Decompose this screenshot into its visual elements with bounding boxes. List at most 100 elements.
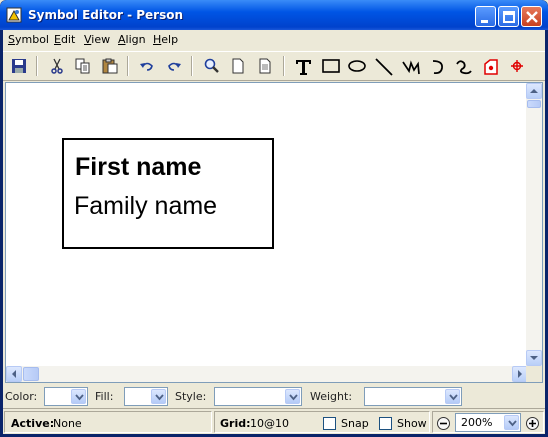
menu-label: iew [91,33,111,46]
scrollbar-corner [526,366,542,382]
symbol-canvas[interactable]: First name Family name [6,83,528,366]
horizontal-scroll-thumb[interactable] [23,367,39,381]
color-label: Color: [5,390,38,403]
toolbar-separator [36,56,38,76]
fill-select[interactable] [124,387,168,406]
maximize-button[interactable] [498,6,519,27]
first-name-text[interactable]: First name [75,153,201,182]
redo-button[interactable] [163,55,186,77]
weight-dropdown-button[interactable] [445,389,460,404]
arc-tool-button[interactable] [426,55,449,77]
undo-button[interactable] [136,55,159,77]
polyline-tool-button[interactable] [399,55,422,77]
active-value: None [53,417,82,430]
menu-view[interactable]: View [84,33,110,46]
text-tool-button[interactable] [292,55,315,77]
zoom-button[interactable] [201,55,224,77]
scroll-down-button[interactable] [526,350,542,366]
save-icon [12,59,26,73]
paste-icon [102,58,118,74]
page-properties-icon [259,58,271,74]
grid-status-panel: Grid: 10@10 Snap Show [214,411,430,433]
zoom-select[interactable]: 200% [455,413,521,432]
symbol-rectangle[interactable]: First name Family name [62,138,274,249]
chevron-down-icon [449,394,458,401]
client-area: Symbol Edit View Align Help First name F… [3,30,545,434]
copy-button[interactable] [72,55,95,77]
grid-value: 10@10 [250,417,289,430]
scroll-left-button[interactable] [6,366,22,382]
weight-label: Weight: [310,390,353,403]
zoom-in-button[interactable] [526,417,539,430]
menu-align[interactable]: Align [118,33,146,46]
chevron-down-icon [155,394,164,401]
polyline-tool-icon [402,60,420,75]
cut-button[interactable] [46,55,69,77]
zoom-icon [204,58,219,73]
close-icon [526,11,538,23]
crosshair-tool-icon [511,60,523,72]
line-tool-button[interactable] [372,55,395,77]
menu-mnemonic: E [54,33,61,46]
text-tool-icon [296,60,311,75]
rectangle-tool-button[interactable] [319,55,342,77]
menu-label: ymbol [14,33,49,46]
save-button[interactable] [8,55,31,77]
minimize-button[interactable] [475,6,496,27]
paste-button[interactable] [99,55,122,77]
page-properties-button[interactable] [254,55,277,77]
page-icon [232,58,244,74]
zoom-dropdown-button[interactable] [504,415,519,430]
snap-checkbox[interactable] [323,417,336,430]
redo-icon [168,62,181,71]
maximize-icon [503,11,515,23]
show-checkbox[interactable] [379,417,392,430]
horizontal-scrollbar[interactable] [6,366,528,382]
arrow-up-icon [530,89,538,93]
snap-label: Snap [341,417,369,430]
chevron-down-icon [289,394,298,401]
color-dropdown-button[interactable] [71,389,86,404]
zoom-status-panel: 200% [432,411,544,433]
cut-icon [51,58,63,74]
undo-icon [140,62,153,71]
family-name-text[interactable]: Family name [74,192,217,221]
menu-bar: Symbol Edit View Align Help [3,30,545,50]
fill-dropdown-button[interactable] [151,389,166,404]
scroll-up-button[interactable] [526,83,542,99]
app-icon [6,7,22,23]
rectangle-tool-icon [322,59,340,73]
toolbar-separator [191,56,193,76]
menu-help[interactable]: Help [153,33,178,46]
menu-symbol[interactable]: Symbol [8,33,49,46]
zoom-value: 200% [461,416,493,429]
zoom-out-button[interactable] [437,417,450,430]
menu-label: dit [60,33,76,46]
style-dropdown-button[interactable] [285,389,300,404]
ellipse-tool-icon [348,60,366,72]
toolbar-separator [283,56,285,76]
minimize-icon [481,20,488,23]
title-bar[interactable]: Symbol Editor - Person [0,0,548,30]
menu-edit[interactable]: Edit [54,33,75,46]
vertical-scrollbar[interactable] [526,83,542,366]
close-button[interactable] [521,6,542,27]
style-select[interactable] [214,387,302,406]
crosshair-tool-button[interactable] [506,55,529,77]
page-button[interactable] [227,55,250,77]
color-select[interactable] [44,387,88,406]
style-label: Style: [175,390,207,403]
arc-tool-icon [432,60,443,75]
port-tool-button[interactable] [479,55,502,77]
arrow-right-icon [518,370,522,378]
weight-select[interactable] [364,387,462,406]
grid-label: Grid: [220,417,251,430]
toolbar-separator [127,56,129,76]
arrow-left-icon [12,370,16,378]
menu-mnemonic: S [8,33,15,46]
fill-label: Fill: [95,390,114,403]
curve-tool-button[interactable] [452,55,475,77]
vertical-scroll-thumb[interactable] [527,100,541,108]
active-label: Active: [11,417,55,430]
ellipse-tool-button[interactable] [345,55,368,77]
